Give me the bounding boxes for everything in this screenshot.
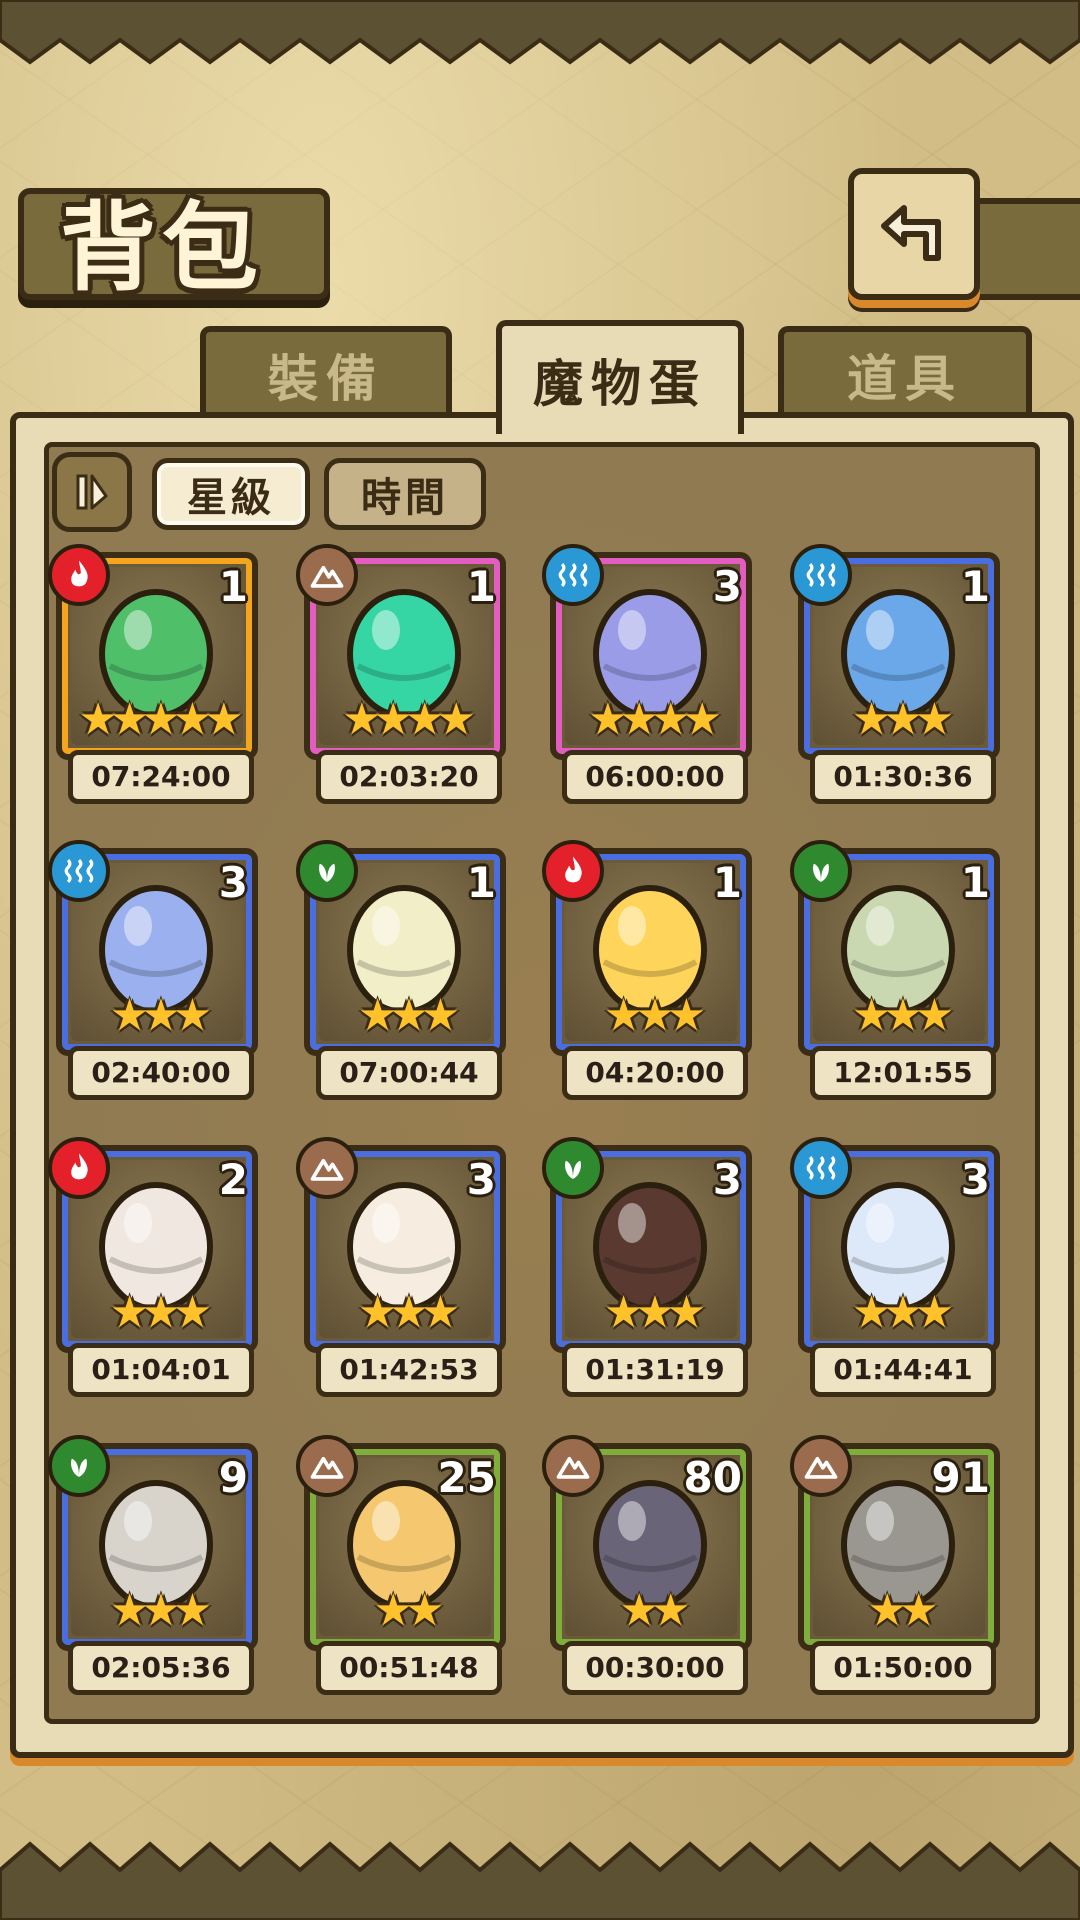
bottom-zigzag-border — [0, 1841, 1080, 1920]
egg-card[interactable]: 3 ★★★ 01:31:19 — [542, 1137, 752, 1397]
earth-element-icon — [296, 1435, 358, 1497]
water-element-icon — [790, 544, 852, 606]
egg-count: 2 — [218, 1155, 248, 1204]
hatch-timer: 06:00:00 — [562, 750, 748, 804]
sort-order-toggle[interactable] — [52, 452, 132, 532]
earth-element-icon — [296, 544, 358, 606]
star-rating: ★★★ — [109, 1585, 212, 1636]
egg-card[interactable]: 91 ★★ 01:50:00 — [790, 1435, 1000, 1695]
star-rating: ★★ — [619, 1585, 691, 1636]
star-rating: ★★★★ — [342, 694, 476, 745]
wood-element-icon — [790, 840, 852, 902]
hatch-timer: 04:20:00 — [562, 1046, 748, 1100]
tab-items-label: 道具 — [847, 350, 963, 408]
hatch-timer: 00:30:00 — [562, 1641, 748, 1695]
egg-card[interactable]: 3 ★★★ 01:44:41 — [790, 1137, 1000, 1397]
egg-count: 3 — [712, 1155, 742, 1204]
star-rating: ★★ — [373, 1585, 445, 1636]
earth-element-icon — [296, 1137, 358, 1199]
egg-count: 1 — [960, 858, 990, 907]
tab-equipment-label: 裝備 — [268, 350, 384, 408]
star-rating: ★★★ — [603, 990, 706, 1041]
wood-element-icon — [48, 1435, 110, 1497]
fire-element-icon — [48, 544, 110, 606]
return-arrow-icon — [881, 205, 941, 261]
star-rating: ★★★ — [109, 990, 212, 1041]
tab-items[interactable]: 道具 — [778, 326, 1032, 418]
egg-card[interactable]: 1 ★★★ 12:01:55 — [790, 840, 1000, 1100]
earth-element-icon — [542, 1435, 604, 1497]
earth-element-icon — [790, 1435, 852, 1497]
star-rating: ★★★ — [851, 1287, 954, 1338]
hatch-timer: 00:51:48 — [316, 1641, 502, 1695]
egg-count: 80 — [683, 1453, 742, 1502]
egg-card[interactable]: 9 ★★★ 02:05:36 — [48, 1435, 258, 1695]
fire-element-icon — [542, 840, 604, 902]
hatch-timer: 01:04:01 — [68, 1343, 254, 1397]
egg-count: 9 — [218, 1453, 248, 1502]
tab-monster-egg-label: 魔物蛋 — [533, 355, 707, 413]
egg-card[interactable]: 3 ★★★ 01:42:53 — [296, 1137, 506, 1397]
hatch-timer: 01:30:36 — [810, 750, 996, 804]
star-rating: ★★★ — [603, 1287, 706, 1338]
top-zigzag-border — [0, 0, 1080, 65]
hatch-timer: 02:05:36 — [68, 1641, 254, 1695]
back-button[interactable] — [848, 168, 980, 300]
egg-count: 3 — [960, 1155, 990, 1204]
egg-count: 1 — [218, 562, 248, 611]
egg-card[interactable]: 2 ★★★ 01:04:01 — [48, 1137, 258, 1397]
egg-count: 1 — [712, 858, 742, 907]
hatch-timer: 07:24:00 — [68, 750, 254, 804]
water-element-icon — [790, 1137, 852, 1199]
egg-card[interactable]: 1 ★★★ 01:30:36 — [790, 544, 1000, 804]
star-rating: ★★ — [867, 1585, 939, 1636]
page-title: 背包 — [60, 191, 264, 304]
star-rating: ★★★ — [357, 990, 460, 1041]
egg-card[interactable]: 1 ★★★★ 02:03:20 — [296, 544, 506, 804]
egg-count: 1 — [466, 562, 496, 611]
star-rating: ★★★★★ — [78, 694, 243, 745]
hatch-timer: 07:00:44 — [316, 1046, 502, 1100]
egg-card[interactable]: 1 ★★★ 04:20:00 — [542, 840, 752, 1100]
star-rating: ★★★ — [851, 990, 954, 1041]
tab-monster-egg[interactable]: 魔物蛋 — [496, 320, 744, 434]
hatch-timer: 02:03:20 — [316, 750, 502, 804]
egg-count: 1 — [960, 562, 990, 611]
egg-count: 3 — [712, 562, 742, 611]
sort-by-star-button[interactable]: 星級 — [152, 458, 310, 530]
hatch-timer: 02:40:00 — [68, 1046, 254, 1100]
egg-card[interactable]: 1 ★★★ 07:00:44 — [296, 840, 506, 1100]
egg-count: 3 — [218, 858, 248, 907]
star-rating: ★★★★ — [588, 694, 722, 745]
back-button-bar — [968, 198, 1080, 300]
hatch-timer: 01:31:19 — [562, 1343, 748, 1397]
hatch-timer: 01:50:00 — [810, 1641, 996, 1695]
star-rating: ★★★ — [109, 1287, 212, 1338]
egg-card[interactable]: 80 ★★ 00:30:00 — [542, 1435, 752, 1695]
egg-card[interactable]: 25 ★★ 00:51:48 — [296, 1435, 506, 1695]
egg-card[interactable]: 1 ★★★★★ 07:24:00 — [48, 544, 258, 804]
egg-count: 91 — [931, 1453, 990, 1502]
egg-card[interactable]: 3 ★★★ 02:40:00 — [48, 840, 258, 1100]
water-element-icon — [48, 840, 110, 902]
hatch-timer: 01:42:53 — [316, 1343, 502, 1397]
egg-count: 1 — [466, 858, 496, 907]
tab-equipment[interactable]: 裝備 — [200, 326, 452, 418]
wood-element-icon — [296, 840, 358, 902]
hatch-timer: 12:01:55 — [810, 1046, 996, 1100]
egg-card[interactable]: 3 ★★★★ 06:00:00 — [542, 544, 752, 804]
wood-element-icon — [542, 1137, 604, 1199]
egg-count: 3 — [466, 1155, 496, 1204]
star-rating: ★★★ — [357, 1287, 460, 1338]
fire-element-icon — [48, 1137, 110, 1199]
sort-order-icon — [76, 474, 108, 510]
sort-by-time-button[interactable]: 時間 — [324, 458, 486, 530]
water-element-icon — [542, 544, 604, 606]
hatch-timer: 01:44:41 — [810, 1343, 996, 1397]
egg-count: 25 — [437, 1453, 496, 1502]
star-rating: ★★★ — [851, 694, 954, 745]
